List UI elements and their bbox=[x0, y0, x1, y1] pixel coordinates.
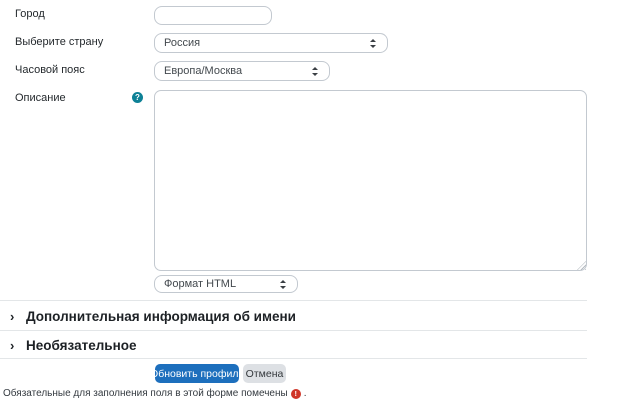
required-fields-note: Обязательные для заполнения поля в этой … bbox=[3, 388, 306, 399]
city-input[interactable] bbox=[154, 6, 272, 25]
section-additional-names[interactable]: › Дополнительная информация об имени bbox=[0, 305, 587, 327]
section-optional[interactable]: › Необязательное bbox=[0, 334, 587, 356]
divider bbox=[0, 330, 587, 331]
chevron-right-icon: › bbox=[10, 339, 26, 352]
divider bbox=[0, 358, 587, 359]
description-label: Описание bbox=[15, 92, 66, 105]
select-arrows-icon bbox=[369, 38, 376, 49]
select-arrows-icon bbox=[311, 66, 318, 77]
update-profile-button[interactable]: Обновить профиль bbox=[155, 364, 239, 383]
required-exclamation-icon: ! bbox=[291, 389, 301, 399]
cancel-button[interactable]: Отмена bbox=[243, 364, 286, 383]
required-note-text: Обязательные для заполнения поля в этой … bbox=[3, 388, 288, 399]
help-icon[interactable]: ? bbox=[132, 92, 143, 103]
section-title: Дополнительная информация об имени bbox=[26, 309, 296, 324]
timezone-label: Часовой пояс bbox=[15, 64, 85, 77]
chevron-right-icon: › bbox=[10, 310, 26, 323]
format-select[interactable]: Формат HTML bbox=[154, 275, 298, 293]
city-label: Город bbox=[15, 8, 45, 21]
timezone-select[interactable]: Европа/Москва bbox=[154, 61, 330, 81]
divider bbox=[0, 300, 587, 301]
description-textarea[interactable] bbox=[154, 90, 587, 271]
select-arrows-icon bbox=[279, 279, 286, 290]
profile-edit-form: Город Выберите страну Россия Часовой поя… bbox=[0, 0, 624, 406]
required-note-suffix: . bbox=[304, 388, 307, 399]
country-label: Выберите страну bbox=[15, 36, 103, 49]
country-select[interactable]: Россия bbox=[154, 33, 388, 53]
timezone-select-value: Европа/Москва bbox=[164, 65, 311, 77]
section-title: Необязательное bbox=[26, 338, 137, 353]
country-select-value: Россия bbox=[164, 37, 369, 49]
format-select-value: Формат HTML bbox=[164, 278, 279, 290]
